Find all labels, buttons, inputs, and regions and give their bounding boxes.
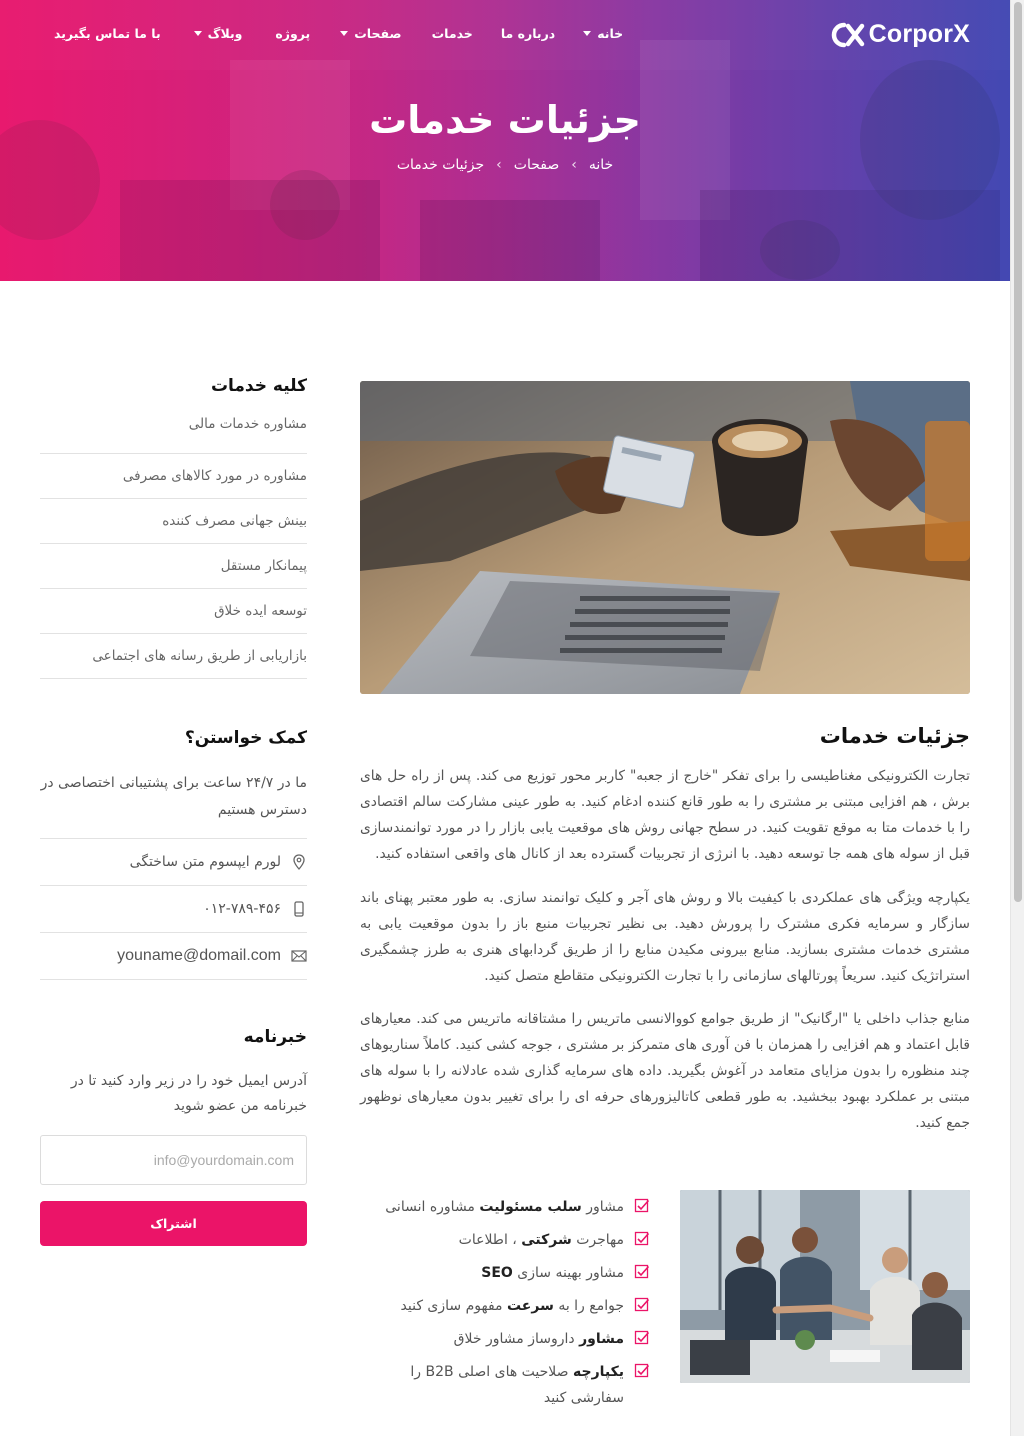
checkbox-checked-icon: [634, 1264, 650, 1279]
section-title: جزئیات خدمات: [819, 724, 970, 748]
nav-item-label: پروژه: [275, 26, 311, 41]
chevron-left-icon: ›: [571, 157, 577, 173]
subscribe-button[interactable]: اشتراک: [40, 1201, 307, 1246]
nav-item-pages[interactable]: صفحات: [340, 26, 402, 41]
chevron-down-icon: [340, 31, 349, 36]
mobile-phone-icon: [291, 901, 307, 917]
nav-item-blog[interactable]: وبلاگ: [193, 26, 243, 41]
nav-item-label: وبلاگ: [207, 26, 243, 41]
contact-phone-text[interactable]: ۰۱۲-۷۸۹-۴۵۶: [203, 901, 281, 917]
nav-item-contact[interactable]: با ما تماس بگیرید: [54, 26, 161, 41]
map-pin-icon: [291, 854, 307, 870]
services-list: مشاوره خدمات مالی مشاوره در مورد کالاهای…: [40, 414, 307, 679]
breadcrumb-home-link[interactable]: خانه: [589, 157, 613, 173]
contact-email: youname@domail.com: [40, 933, 307, 980]
newsletter-text: آدرس ایمیل خود را در زیر وارد کنید تا در…: [70, 1073, 307, 1114]
nav-item-label: خانه: [597, 26, 624, 41]
contact-address: لورم ایپسوم متن ساختگی: [40, 839, 307, 886]
service-link-financial[interactable]: مشاوره خدمات مالی: [40, 414, 307, 454]
services-widget-title: کلیه خدمات: [210, 376, 307, 396]
contact-address-text: لورم ایپسوم متن ساختگی: [129, 854, 281, 870]
page-header-hero: CorporX خانه درباره ما خدمات صفحات پروژه…: [0, 0, 1010, 281]
newsletter-email-input[interactable]: [40, 1135, 307, 1185]
description-paragraph: یکپارچه ویژگی های عملکردی با کیفیت بالا …: [360, 890, 970, 984]
nav-item-label: با ما تماس بگیرید: [54, 26, 161, 41]
feature-text: مشاور داروساز مشاور خلاق: [453, 1331, 624, 1347]
list-item: مهاجرت شرکتی ، اطلاعات: [360, 1227, 650, 1253]
feature-text: مشاور بهینه سازی SEO: [481, 1265, 624, 1281]
sidebar: کلیه خدمات مشاوره خدمات مالی مشاوره در م…: [40, 376, 307, 1246]
breadcrumb-pages-link[interactable]: صفحات: [514, 157, 559, 173]
nav-item-projects[interactable]: پروژه: [275, 26, 310, 41]
help-widget-title: کمک خواستن؟: [184, 728, 307, 748]
chevron-left-icon: ›: [496, 157, 502, 173]
service-link-consumer-insight[interactable]: بینش جهانی مصرف کننده: [40, 499, 307, 544]
help-text: ما در ۲۴/۷ ساعت برای پشتیبانی اختصاصی در…: [40, 770, 307, 839]
checkbox-checked-icon: [634, 1231, 650, 1246]
service-link-consumer-goods[interactable]: مشاوره در مورد کالاهای مصرفی: [40, 454, 307, 499]
contact-email-link[interactable]: youname@domail.com: [117, 947, 281, 965]
main-navbar: CorporX خانه درباره ما خدمات صفحات پروژه…: [0, 0, 1010, 70]
logo-mark-icon: [831, 22, 864, 47]
nav-item-services[interactable]: خدمات: [432, 26, 473, 41]
list-item: مشاور بهینه سازی SEO: [360, 1260, 650, 1286]
nav-item-about[interactable]: درباره ما: [501, 26, 555, 41]
description-paragraph: منابع جذاب داخلی یا "ارگانیک" از طریق جو…: [360, 1011, 970, 1131]
list-item: مشاور داروساز مشاور خلاق: [360, 1326, 650, 1352]
chevron-down-icon: [583, 31, 592, 36]
list-item: مشاور سلب مسئولیت مشاوره انسانی: [360, 1194, 650, 1220]
nav-item-label: درباره ما: [500, 26, 556, 41]
checkbox-checked-icon: [634, 1198, 650, 1213]
breadcrumb-current: جزئیات خدمات: [396, 157, 485, 173]
brand-name: CorporX: [868, 20, 970, 48]
breadcrumb: خانه › صفحات › جزئیات خدمات: [0, 157, 1010, 173]
checkbox-checked-icon: [634, 1297, 650, 1312]
description-paragraph: تجارت الکترونیکی مغناطیسی را برای تفکر "…: [360, 768, 970, 862]
list-item: یکپارچه صلاحیت های اصلی B2B را سفارشی کن…: [360, 1359, 650, 1411]
service-link-social-marketing[interactable]: بازاریابی از طریق رسانه های اجتماعی: [40, 634, 307, 679]
nav-item-home[interactable]: خانه: [583, 26, 623, 41]
team-meeting-image: [680, 1190, 970, 1383]
list-item: جوامع را به سرعت مفهوم سازی کنید: [360, 1293, 650, 1319]
brand-logo[interactable]: CorporX: [829, 20, 970, 49]
service-link-creative[interactable]: توسعه ایده خلاق: [40, 589, 307, 634]
nav-item-label: خدمات: [431, 26, 473, 41]
scrollbar-thumb[interactable]: [1014, 2, 1022, 902]
contact-phone: ۰۱۲-۷۸۹-۴۵۶: [40, 886, 307, 933]
checkbox-checked-icon: [634, 1330, 650, 1345]
service-details-content: جزئیات خدمات تجارت الکترونیکی مغناطیسی ر…: [360, 381, 970, 1136]
features-checklist: مشاور سلب مسئولیت مشاوره انسانی مهاجرت ش…: [360, 1194, 650, 1418]
nav-menu: خانه درباره ما خدمات صفحات پروژه وبلاگ ب…: [54, 26, 623, 41]
service-main-image: [360, 381, 970, 694]
chevron-down-icon: [193, 31, 202, 36]
nav-item-label: صفحات: [354, 26, 402, 41]
envelope-icon: [291, 948, 307, 964]
service-link-contractor[interactable]: پیمانکار مستقل: [40, 544, 307, 589]
page-scrollbar[interactable]: [1010, 0, 1024, 1436]
page-title: جزئیات خدمات: [369, 98, 641, 142]
feature-text: جوامع را به سرعت مفهوم سازی کنید: [400, 1298, 624, 1314]
feature-text: یکپارچه صلاحیت های اصلی B2B را سفارشی کن…: [410, 1364, 624, 1406]
checkbox-checked-icon: [634, 1363, 650, 1378]
feature-text: مهاجرت شرکتی ، اطلاعات: [458, 1232, 624, 1248]
feature-text: مشاور سلب مسئولیت مشاوره انسانی: [385, 1199, 624, 1215]
newsletter-title: خبرنامه: [243, 1027, 307, 1047]
